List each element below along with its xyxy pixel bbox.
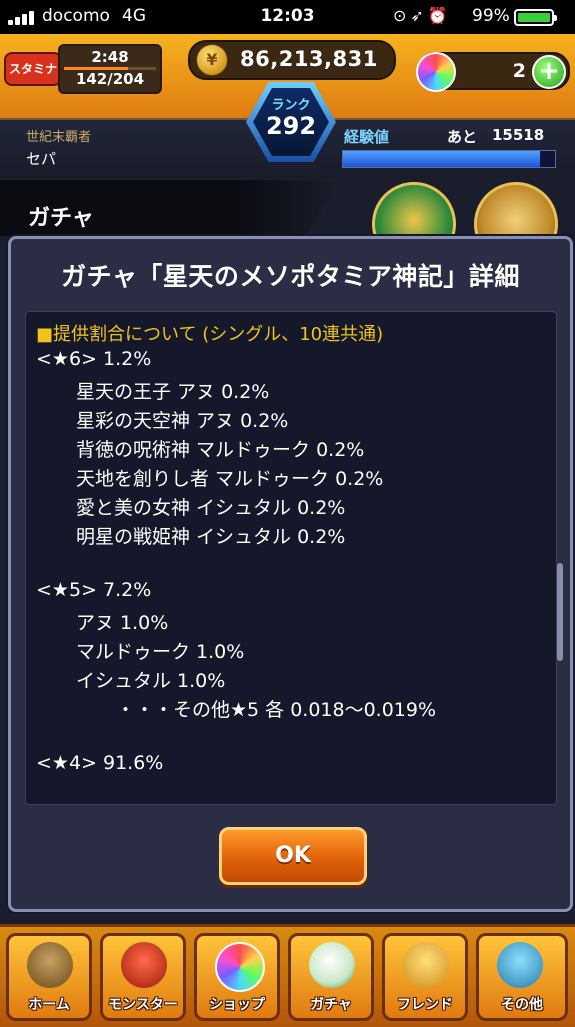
status-bar: docomo 4G 12:03 ⊙➶⏰ 99% <box>0 0 575 34</box>
status-icons: ⊙➶⏰ <box>393 6 452 25</box>
nav-label: フレンド <box>397 997 453 1013</box>
nav-other[interactable]: その他 <box>476 933 568 1021</box>
exp-bar-fill <box>343 151 541 167</box>
exp-label: 経験値 <box>344 128 390 146</box>
stamina-icon: スタミナ <box>4 52 62 86</box>
battery-icon <box>514 9 557 26</box>
gacha-egg-icon <box>309 942 355 988</box>
rate-line: 星彩の天空神 アヌ 0.2% <box>76 410 289 432</box>
section-header: ■提供割合について (シングル、10連共通) <box>36 324 384 345</box>
coin-icon: ¥ <box>196 44 228 76</box>
nav-label: ホーム <box>28 997 70 1013</box>
ok-button[interactable]: OK <box>219 827 367 885</box>
nav-shop[interactable]: ショップ <box>194 933 280 1021</box>
rate-line: マルドゥーク 1.0% <box>76 641 245 663</box>
rate-line: <★4> 91.6% <box>36 752 164 774</box>
exp-remaining: 15518 <box>492 126 545 144</box>
stamina-timer: 2:48 <box>91 48 129 66</box>
rate-line: イシュタル 1.0% <box>76 670 226 692</box>
other-icon <box>497 942 543 988</box>
battery-percent: 99% <box>472 6 510 26</box>
friend-icon <box>403 942 449 988</box>
nav-label: モンスター <box>108 997 178 1013</box>
scrollbar[interactable] <box>557 563 563 661</box>
orb-panel[interactable]: 2 + <box>416 52 570 92</box>
home-icon <box>27 942 73 988</box>
nav-gacha[interactable]: ガチャ <box>288 933 374 1021</box>
bottom-nav: ホーム モンスター ショップ ガチャ フレンド その他 <box>0 924 575 1027</box>
dialog-scroll-area[interactable]: ■提供割合について (シングル、10連共通) <★6> 1.2% 星天の王子 ア… <box>25 311 557 805</box>
rate-line: 背徳の呪術神 マルドゥーク 0.2% <box>76 439 365 461</box>
orb-count: 2 <box>512 60 526 82</box>
dialog-title: ガチャ「星天のメソポタミア神記」詳細 <box>61 262 520 291</box>
rate-line: 愛と美の女神 イシュタル 0.2% <box>76 497 346 519</box>
player-title: 世紀末覇者 <box>26 130 92 145</box>
nav-label: ショップ <box>209 997 265 1013</box>
shop-orb-icon <box>215 942 265 992</box>
nav-label: その他 <box>501 997 543 1013</box>
rank-label: ランク <box>271 98 311 113</box>
page-title: ガチャ <box>28 206 94 231</box>
rate-line: アヌ 1.0% <box>76 612 169 634</box>
coin-count: 86,213,831 <box>240 47 378 71</box>
nav-label: ガチャ <box>310 997 352 1013</box>
rate-line: 星天の王子 アヌ 0.2% <box>76 381 270 403</box>
stamina-value: 142/204 <box>75 70 145 88</box>
nav-home[interactable]: ホーム <box>6 933 92 1021</box>
rate-line: <★5> 7.2% <box>36 579 152 601</box>
exp-bar <box>342 150 556 168</box>
lock-rotation-icon: ⊙ <box>393 6 411 25</box>
gacha-detail-dialog: ガチャ「星天のメソポタミア神記」詳細 ■提供割合について (シングル、10連共通… <box>8 236 573 912</box>
rate-line: ・・・その他★5 各 0.018〜0.019% <box>116 699 437 721</box>
location-icon: ➶ <box>410 6 428 25</box>
coin-panel: ¥ 86,213,831 <box>188 40 396 80</box>
monster-icon <box>121 942 167 988</box>
rate-line: 天地を創りし者 マルドゥーク 0.2% <box>76 468 384 490</box>
nav-monster[interactable]: モンスター <box>100 933 186 1021</box>
stamina-panel: 2:48 142/204 <box>58 44 162 94</box>
rate-line: 明星の戦姫神 イシュタル 0.2% <box>76 526 346 548</box>
nav-friend[interactable]: フレンド <box>382 933 468 1021</box>
alarm-icon: ⏰ <box>427 6 452 25</box>
rate-line: <★6> 1.2% <box>36 348 152 370</box>
player-name: セパ <box>26 150 57 168</box>
add-orb-button[interactable]: + <box>532 55 566 89</box>
rainbow-orb-icon <box>416 52 456 92</box>
rank-value: 292 <box>265 112 317 140</box>
exp-remaining-label: あと <box>447 128 478 146</box>
